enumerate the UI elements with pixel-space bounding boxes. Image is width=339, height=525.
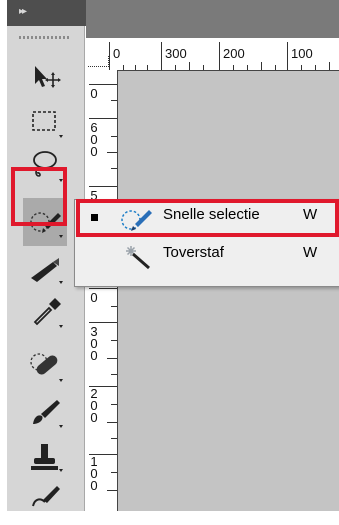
ruler-label: 0 [90, 86, 98, 101]
collapse-panel-button[interactable]: ▸▸ [19, 6, 27, 17]
ruler-label: 1 0 0 [90, 454, 98, 493]
ruler-label: 3 0 0 [90, 324, 98, 363]
ruler-origin[interactable] [88, 56, 109, 67]
ruler-label: 200 [223, 46, 245, 61]
eyedropper-tool[interactable] [25, 292, 65, 332]
menu-item-shortcut: W [303, 244, 318, 261]
history-brush-tool[interactable] [25, 480, 65, 520]
healing-brush-tool[interactable] [25, 346, 65, 386]
crop-tool[interactable] [25, 248, 65, 288]
clone-stamp-tool[interactable] [25, 436, 65, 476]
ruler-label: 0 [90, 290, 98, 305]
ruler-label: 0 [113, 46, 121, 61]
ruler-label: 300 [165, 46, 187, 61]
stamp-icon [31, 444, 63, 472]
menu-item-magic-wand[interactable]: Toverstaf W [75, 238, 339, 274]
horizontal-ruler[interactable]: 0 300 200 100 [85, 38, 339, 71]
brush-icon [33, 400, 63, 428]
document-tab-bar [86, 0, 339, 38]
marquee-tool[interactable] [25, 102, 65, 142]
move-tool[interactable] [25, 56, 65, 96]
eyedropper-icon [33, 298, 63, 328]
selected-menu-item-annotation [76, 199, 339, 237]
move-icon [35, 66, 61, 88]
vertical-ruler[interactable]: 0 6 0 0 5 0 3 0 0 2 0 0 1 0 0 [85, 70, 118, 511]
ruler-label: 100 [291, 46, 313, 61]
ruler-label: 2 0 0 [90, 386, 98, 425]
ruler-label: 6 0 0 [90, 120, 98, 159]
menu-item-label: Toverstaf [163, 244, 224, 261]
crop-icon [31, 258, 63, 284]
photoshop-window: ▸▸ 0 300 200 100 0 6 0 0 5 0 3 0 0 2 0 0… [0, 0, 339, 511]
brush-tool[interactable] [25, 392, 65, 432]
selected-tool-annotation [11, 167, 67, 226]
magic-wand-icon [126, 246, 150, 270]
healing-bandage-icon [30, 353, 63, 382]
history-brush-icon [32, 486, 60, 507]
rectangle-marquee-icon [32, 111, 63, 138]
panel-grip[interactable] [19, 36, 71, 39]
